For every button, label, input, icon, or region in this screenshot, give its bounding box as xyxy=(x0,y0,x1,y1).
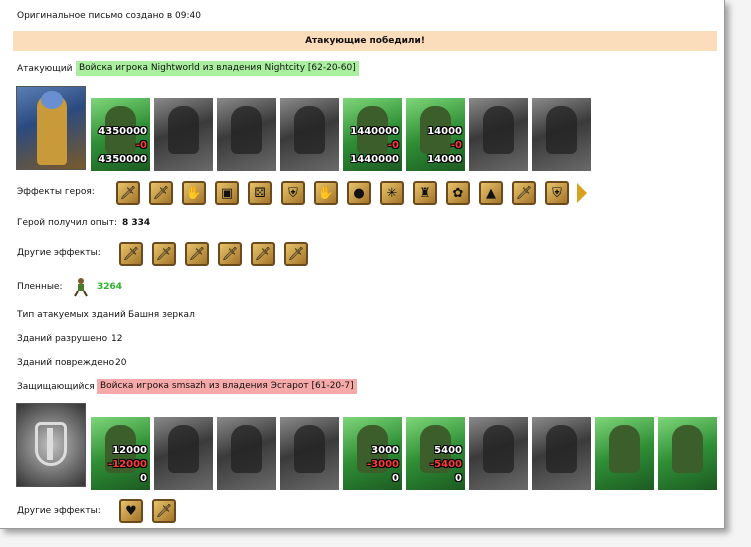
unit-count-mid: -3000 xyxy=(367,459,399,470)
attacker-label: Атакующий xyxy=(17,64,73,74)
unit-count-top: 14000 xyxy=(427,126,462,137)
unit-count-bottom: 0 xyxy=(392,473,399,484)
unit-figure-icon xyxy=(294,106,325,154)
defender-unit-7[interactable] xyxy=(469,417,528,490)
result-banner: Атакующие победили! xyxy=(13,31,717,51)
unit-figure-icon xyxy=(546,425,577,473)
hero-effect-shield-icon[interactable]: ⛨ xyxy=(281,181,305,205)
unit-figure-icon xyxy=(483,106,514,154)
unit-figure-icon xyxy=(546,106,577,154)
experience-value: 8 334 xyxy=(122,218,151,228)
scroll-right-arrow-icon[interactable] xyxy=(577,183,587,203)
unit-figure-icon xyxy=(294,425,325,473)
defender-unit-2[interactable] xyxy=(154,417,213,490)
defender-effect-heart-icon[interactable]: ♥ xyxy=(119,499,143,523)
hero-effect-chest-icon[interactable]: ▣ xyxy=(215,181,239,205)
defender-unit-3[interactable] xyxy=(217,417,276,490)
defender-tower-2[interactable] xyxy=(658,417,717,490)
unit-count-mid: -5400 xyxy=(430,459,462,470)
defender-tag[interactable]: Войска игрока smsazh из владения Эсгарот… xyxy=(97,379,357,394)
destroyed-label: Зданий разрушено xyxy=(17,334,108,344)
unit-count-bottom: 4350000 xyxy=(98,154,147,165)
hero-effect-web-icon[interactable]: ✳ xyxy=(380,181,404,205)
other-effect-sword-icon[interactable]: 🗡 xyxy=(185,242,209,266)
hero-effect-hand-icon[interactable]: ✋ xyxy=(314,181,338,205)
unit-count-top: 3000 xyxy=(371,445,399,456)
unit-count-bottom: 0 xyxy=(140,473,147,484)
destroyed-value: 12 xyxy=(111,334,123,344)
attacker-unit-6[interactable]: 14000 -0 14000 xyxy=(406,98,465,171)
hero-effects-label: Эффекты героя: xyxy=(17,187,95,197)
unit-count-top: 5400 xyxy=(434,445,462,456)
hero-effect-hand-icon[interactable]: ✋ xyxy=(182,181,206,205)
defender-unit-8[interactable] xyxy=(532,417,591,490)
defender-label: Защищающийся xyxy=(17,382,95,392)
unit-count-bottom: 0 xyxy=(455,473,462,484)
defender-unit-1[interactable]: 12000 -12000 0 xyxy=(91,417,150,490)
unit-count-bottom: 1440000 xyxy=(350,154,399,165)
unit-count-mid: -12000 xyxy=(108,459,147,470)
attacker-hero-portrait[interactable] xyxy=(16,86,86,170)
unit-figure-icon xyxy=(483,425,514,473)
damaged-value: 20 xyxy=(115,358,127,368)
building-type-label: Тип атакуемых зданий xyxy=(17,310,126,320)
prisoners-label: Пленные: xyxy=(17,282,63,292)
hero-effect-shield-icon[interactable]: ⛨ xyxy=(545,181,569,205)
unit-count-top: 12000 xyxy=(112,445,147,456)
hero-effect-sword-icon[interactable]: 🗡 xyxy=(149,181,173,205)
prisoner-icon xyxy=(72,277,90,297)
unit-figure-icon xyxy=(168,106,199,154)
defender-hero-portrait[interactable] xyxy=(16,403,86,487)
unit-count-bottom: 14000 xyxy=(427,154,462,165)
other-effects-label: Другие эффекты: xyxy=(17,248,101,258)
unit-figure-icon xyxy=(672,425,703,473)
unit-count-mid: -0 xyxy=(135,140,147,151)
defender-unit-5[interactable]: 3000 -3000 0 xyxy=(343,417,402,490)
other-effect-sword-icon[interactable]: 🗡 xyxy=(152,242,176,266)
other-effect-sword-icon[interactable]: 🗡 xyxy=(284,242,308,266)
attacker-unit-5[interactable]: 1440000 -0 1440000 xyxy=(343,98,402,171)
unit-figure-icon xyxy=(231,425,262,473)
damaged-label: Зданий повреждено xyxy=(17,358,115,368)
hero-effect-sword-icon[interactable]: 🗡 xyxy=(512,181,536,205)
building-type-value: Башня зеркал xyxy=(128,310,195,320)
defender-unit-6[interactable]: 5400 -5400 0 xyxy=(406,417,465,490)
hero-effect-sword-icon[interactable]: 🗡 xyxy=(116,181,140,205)
other-effect-sword-icon[interactable]: 🗡 xyxy=(119,242,143,266)
attacker-unit-3[interactable] xyxy=(217,98,276,171)
unit-count-top: 4350000 xyxy=(98,126,147,137)
defender-unit-4[interactable] xyxy=(280,417,339,490)
hero-effect-sack-icon[interactable]: ● xyxy=(347,181,371,205)
attacker-unit-2[interactable] xyxy=(154,98,213,171)
unit-figure-icon xyxy=(168,425,199,473)
defender-effect-sword-icon[interactable]: 🗡 xyxy=(152,499,176,523)
attacker-unit-1[interactable]: 4350000 -0 4350000 xyxy=(91,98,150,171)
hero-effect-creature-icon[interactable]: ✿ xyxy=(446,181,470,205)
unit-figure-icon xyxy=(231,106,262,154)
unit-count-mid: -0 xyxy=(450,140,462,151)
hero-effect-armor-icon[interactable]: ♜ xyxy=(413,181,437,205)
unit-figure-icon xyxy=(609,425,640,473)
created-time: Оригинальное письмо создано в 09:40 xyxy=(17,11,201,21)
attacker-tag[interactable]: Войска игрока Nightworld из владения Nig… xyxy=(76,61,359,76)
defender-tower-1[interactable] xyxy=(595,417,654,490)
attacker-unit-4[interactable] xyxy=(280,98,339,171)
attacker-unit-8[interactable] xyxy=(532,98,591,171)
other-effect-sword-icon[interactable]: 🗡 xyxy=(251,242,275,266)
other-effect-sword-icon[interactable]: 🗡 xyxy=(218,242,242,266)
defender-other-effects-label: Другие эффекты: xyxy=(17,506,101,516)
hero-effect-dice-icon[interactable]: ⚄ xyxy=(248,181,272,205)
attacker-unit-7[interactable] xyxy=(469,98,528,171)
unit-count-mid: -0 xyxy=(387,140,399,151)
unit-count-top: 1440000 xyxy=(350,126,399,137)
battle-report: Оригинальное письмо создано в 09:40 Атак… xyxy=(0,0,725,529)
experience-label: Герой получил опыт: xyxy=(17,218,117,228)
hero-effect-tent-icon[interactable]: ▲ xyxy=(479,181,503,205)
prisoners-value: 3264 xyxy=(97,282,123,292)
